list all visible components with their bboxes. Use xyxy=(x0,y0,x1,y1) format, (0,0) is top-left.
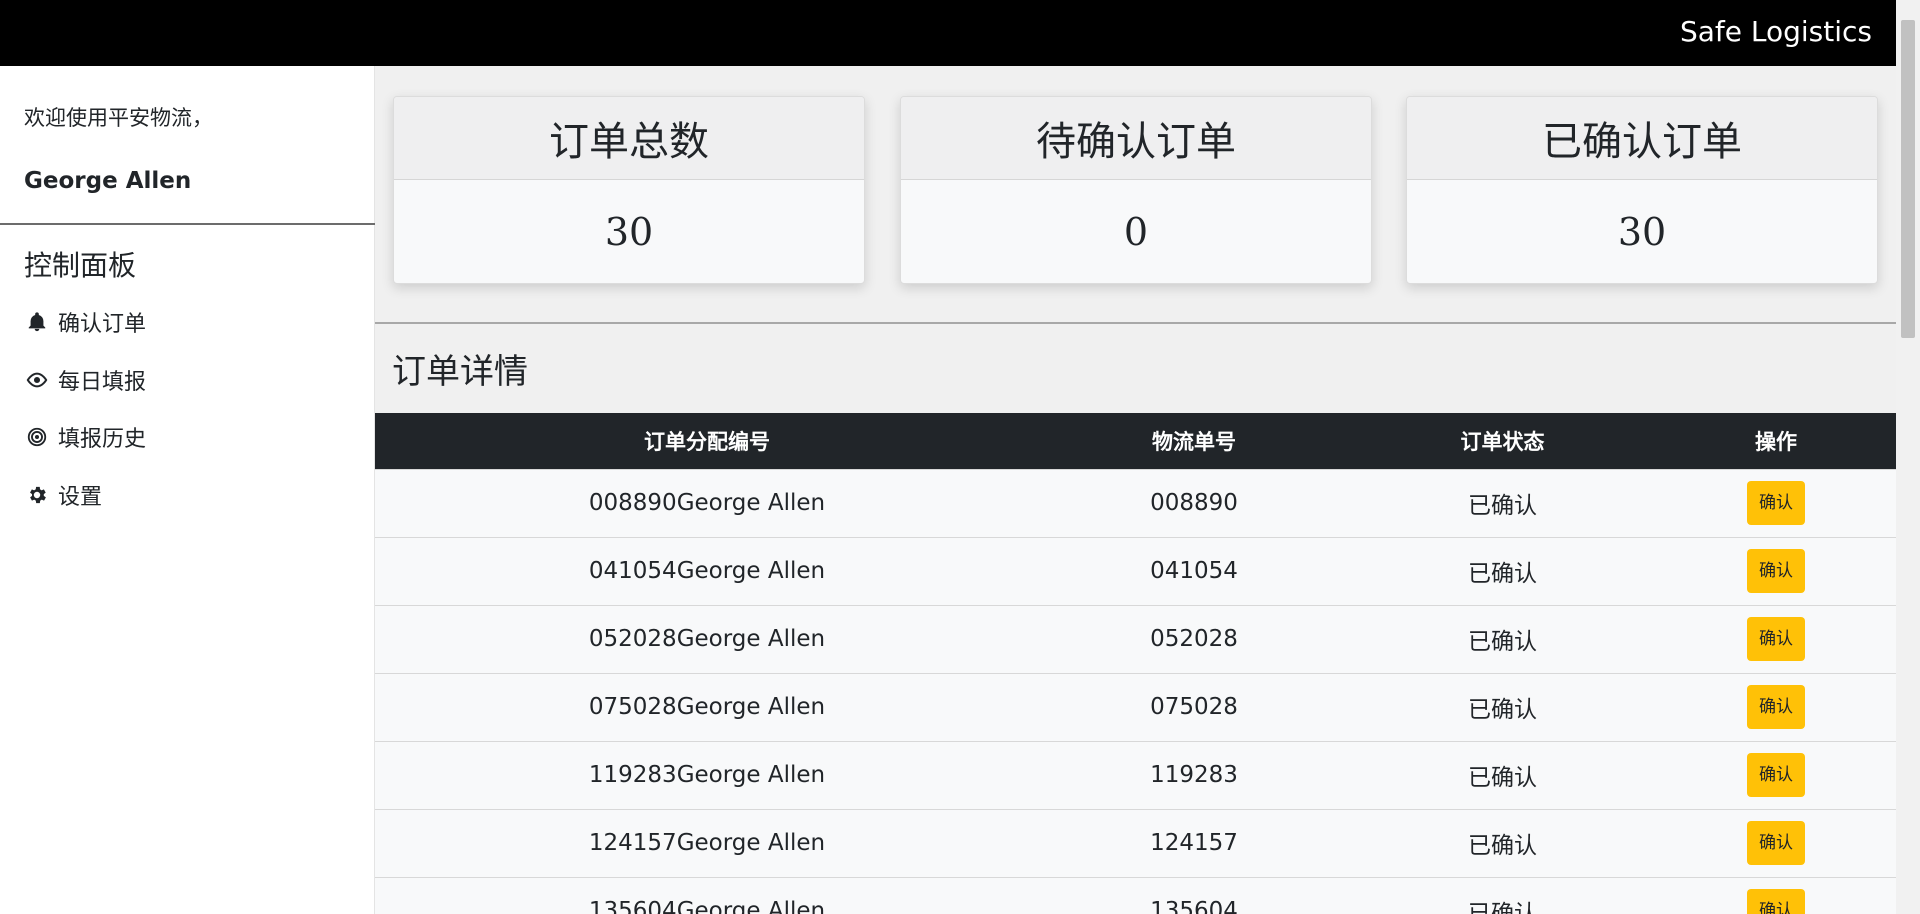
cell-action: 确认 xyxy=(1656,876,1896,914)
cell-assign-id: 135604George Allen xyxy=(375,876,1039,914)
cell-status: 已确认 xyxy=(1349,740,1656,809)
cell-status: 已确认 xyxy=(1349,468,1656,537)
table-row: 052028George Allen 052028 已确认 确认 xyxy=(375,604,1896,673)
cell-tracking-number: 135604 xyxy=(1039,876,1349,914)
cell-assign-id: 052028George Allen xyxy=(375,604,1039,673)
cell-status: 已确认 xyxy=(1349,808,1656,877)
table-row: 135604George Allen 135604 已确认 确认 xyxy=(375,876,1896,914)
sidebar-item-label: 设置 xyxy=(58,485,103,510)
confirm-button[interactable]: 确认 xyxy=(1747,481,1805,525)
sidebar-divider xyxy=(0,223,375,225)
table-header-row: 订单分配编号 物流单号 订单状态 操作 xyxy=(375,413,1896,469)
stat-card-pending-orders: 待确认订单 0 xyxy=(900,96,1372,284)
welcome-text: 欢迎使用平安物流， xyxy=(24,106,213,130)
cell-status: 已确认 xyxy=(1349,604,1656,673)
table-row: 041054George Allen 041054 已确认 确认 xyxy=(375,536,1896,605)
page-scrollbar[interactable] xyxy=(1896,0,1920,914)
stat-card-title: 已确认订单 xyxy=(1407,97,1877,180)
orders-table: 订单分配编号 物流单号 订单状态 操作 008890George Allen 0… xyxy=(375,413,1896,914)
table-row: 075028George Allen 075028 已确认 确认 xyxy=(375,672,1896,741)
brand-title[interactable]: Safe Logistics xyxy=(1680,14,1872,50)
cell-tracking-number: 052028 xyxy=(1039,604,1349,673)
username: George Allen xyxy=(24,168,192,194)
sidebar-item-report-history[interactable]: 填报历史 xyxy=(24,417,344,457)
confirm-button[interactable]: 确认 xyxy=(1747,617,1805,661)
section-divider xyxy=(375,322,1896,324)
gear-icon xyxy=(24,482,50,508)
stat-card-value: 0 xyxy=(1123,210,1149,254)
cell-action: 确认 xyxy=(1656,808,1896,877)
cell-status: 已确认 xyxy=(1349,536,1656,605)
sidebar-item-daily-report[interactable]: 每日填报 xyxy=(24,360,344,400)
sidebar-item-label: 填报历史 xyxy=(58,427,147,452)
confirm-button[interactable]: 确认 xyxy=(1747,753,1805,797)
stat-card-total-orders: 订单总数 30 xyxy=(393,96,865,284)
cell-tracking-number: 075028 xyxy=(1039,672,1349,741)
cell-action: 确认 xyxy=(1656,536,1896,605)
cell-assign-id: 041054George Allen xyxy=(375,536,1039,605)
confirm-button[interactable]: 确认 xyxy=(1747,889,1805,914)
column-header-assign-id: 订单分配编号 xyxy=(375,413,1039,469)
table-row: 119283George Allen 119283 已确认 确认 xyxy=(375,740,1896,809)
column-header-action: 操作 xyxy=(1656,413,1896,469)
cell-tracking-number: 124157 xyxy=(1039,808,1349,877)
cell-tracking-number: 119283 xyxy=(1039,740,1349,809)
cell-action: 确认 xyxy=(1656,468,1896,537)
cell-assign-id: 008890George Allen xyxy=(375,468,1039,537)
column-header-status: 订单状态 xyxy=(1349,413,1656,469)
stat-card-value: 30 xyxy=(604,210,654,254)
cell-assign-id: 075028George Allen xyxy=(375,672,1039,741)
target-icon xyxy=(24,424,50,450)
stat-card-title: 订单总数 xyxy=(394,97,864,180)
sidebar: 欢迎使用平安物流， George Allen 控制面板 确认订单 每日填报 填报… xyxy=(0,66,375,914)
stat-card-value: 30 xyxy=(1617,210,1667,254)
cell-action: 确认 xyxy=(1656,604,1896,673)
sidebar-item-confirm-orders[interactable]: 确认订单 xyxy=(24,302,344,342)
cell-action: 确认 xyxy=(1656,740,1896,809)
column-header-tracking-number: 物流单号 xyxy=(1039,413,1349,469)
section-title: 订单详情 xyxy=(392,352,528,392)
sidebar-item-label: 每日填报 xyxy=(58,370,147,395)
eye-icon xyxy=(24,367,50,393)
sidebar-item-label: 确认订单 xyxy=(58,312,147,337)
confirm-button[interactable]: 确认 xyxy=(1747,821,1805,865)
stat-card-title: 待确认订单 xyxy=(901,97,1371,180)
panel-title: 控制面板 xyxy=(24,249,137,282)
bell-icon xyxy=(24,309,50,335)
table-row: 008890George Allen 008890 已确认 确认 xyxy=(375,468,1896,537)
cell-assign-id: 124157George Allen xyxy=(375,808,1039,877)
top-navbar: Safe Logistics xyxy=(0,0,1896,66)
cell-status: 已确认 xyxy=(1349,876,1656,914)
cell-assign-id: 119283George Allen xyxy=(375,740,1039,809)
sidebar-item-settings[interactable]: 设置 xyxy=(24,475,344,515)
cell-tracking-number: 008890 xyxy=(1039,468,1349,537)
stat-card-confirmed-orders: 已确认订单 30 xyxy=(1406,96,1878,284)
cell-action: 确认 xyxy=(1656,672,1896,741)
cell-tracking-number: 041054 xyxy=(1039,536,1349,605)
confirm-button[interactable]: 确认 xyxy=(1747,549,1805,593)
scrollbar-thumb[interactable] xyxy=(1901,20,1915,338)
cell-status: 已确认 xyxy=(1349,672,1656,741)
table-row: 124157George Allen 124157 已确认 确认 xyxy=(375,808,1896,877)
main-content: 订单总数 30 待确认订单 0 已确认订单 30 订单详情 订单分配编号 物流单… xyxy=(375,66,1896,914)
confirm-button[interactable]: 确认 xyxy=(1747,685,1805,729)
